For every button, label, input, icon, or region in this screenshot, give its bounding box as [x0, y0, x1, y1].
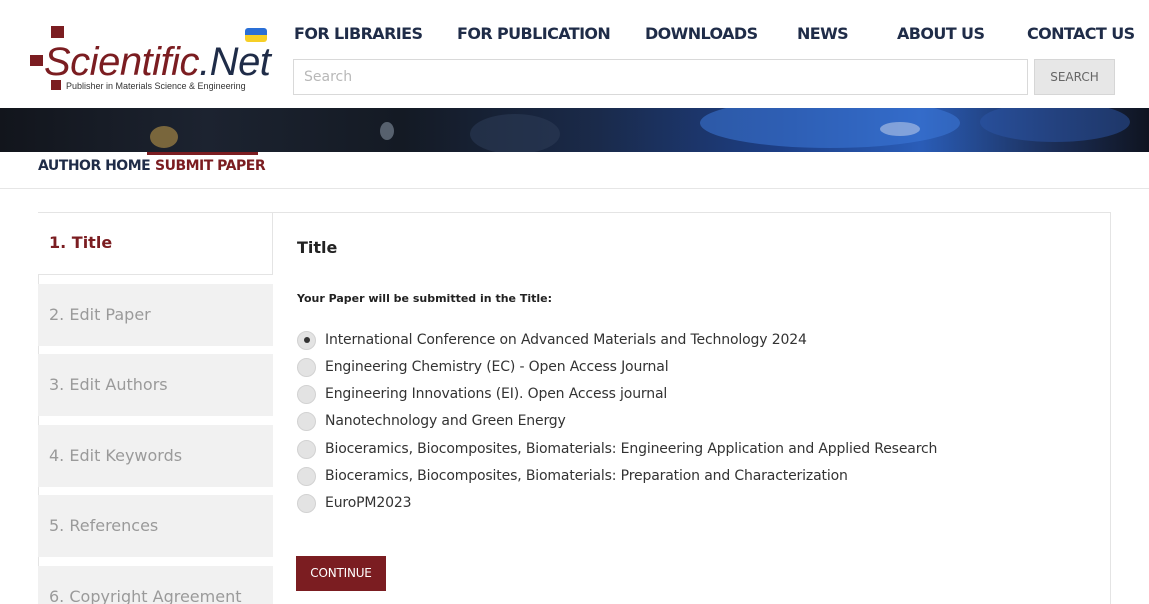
- continue-button[interactable]: CONTINUE: [296, 556, 386, 591]
- subnav-active-indicator: [147, 152, 258, 155]
- title-option[interactable]: Bioceramics, Biocomposites, Biomaterials…: [297, 465, 848, 487]
- title-option[interactable]: Engineering Innovations (EI). Open Acces…: [297, 383, 667, 405]
- title-option[interactable]: International Conference on Advanced Mat…: [297, 329, 807, 351]
- radio-button[interactable]: [297, 493, 316, 513]
- search-button[interactable]: SEARCH: [1034, 59, 1115, 95]
- title-option-label: Engineering Innovations (EI). Open Acces…: [325, 386, 668, 402]
- site-logo[interactable]: Scientific.Net Publisher in Materials Sc…: [30, 26, 275, 98]
- nav-for-libraries[interactable]: FOR LIBRARIES: [294, 24, 423, 48]
- title-option-label: Bioceramics, Biocomposites, Biomaterials…: [325, 468, 848, 484]
- subnav-submit-paper[interactable]: SUBMIT PAPER: [155, 158, 266, 174]
- title-option[interactable]: Nanotechnology and Green Energy: [297, 410, 566, 432]
- author-subnav: AUTHOR HOME SUBMIT PAPER: [0, 152, 1149, 189]
- logo-square-icon: [51, 26, 64, 38]
- logo-small-square-icon: [51, 80, 61, 90]
- step-copyright-agreement[interactable]: 6. Copyright Agreement: [38, 566, 273, 604]
- nav-news[interactable]: NEWS: [797, 24, 849, 48]
- step-edit-keywords[interactable]: 4. Edit Keywords: [38, 425, 273, 487]
- step-references[interactable]: 5. References: [38, 495, 273, 557]
- title-select-label: Your Paper will be submitted in the Titl…: [297, 292, 552, 305]
- logo-dot-icon: [30, 55, 43, 66]
- nav-downloads[interactable]: DOWNLOADS: [645, 24, 758, 48]
- title-option-label: EuroPM2023: [325, 495, 412, 511]
- radio-button[interactable]: [297, 466, 316, 486]
- logo-name-main: Scientific: [44, 40, 200, 84]
- radio-button[interactable]: [297, 439, 316, 459]
- step-title[interactable]: 1. Title: [38, 213, 273, 275]
- title-option[interactable]: Bioceramics, Biocomposites, Biomaterials…: [297, 438, 937, 460]
- radio-button[interactable]: [297, 357, 316, 377]
- nav-contact-us[interactable]: CONTACT US: [1027, 24, 1135, 48]
- logo-name-suffix: .Net: [199, 40, 271, 84]
- logo-wordmark: Scientific.Net: [44, 40, 271, 84]
- step-edit-paper[interactable]: 2. Edit Paper: [38, 284, 273, 346]
- radio-button[interactable]: [297, 384, 316, 404]
- radio-button-selected[interactable]: [297, 330, 316, 350]
- logo-subtitle: Publisher in Materials Science & Enginee…: [66, 81, 246, 91]
- title-option-label: International Conference on Advanced Mat…: [325, 332, 807, 348]
- step-edit-authors[interactable]: 3. Edit Authors: [38, 354, 273, 416]
- radio-button[interactable]: [297, 411, 316, 431]
- subnav-author-home[interactable]: AUTHOR HOME: [38, 158, 151, 174]
- search-input[interactable]: [293, 59, 1028, 95]
- title-option-label: Nanotechnology and Green Energy: [325, 413, 566, 429]
- title-option-label: Engineering Chemistry (EC) - Open Access…: [325, 359, 669, 375]
- site-header: Scientific.Net Publisher in Materials Sc…: [0, 0, 1149, 108]
- section-title: Title: [297, 238, 338, 257]
- ukraine-flag-icon: [245, 28, 267, 42]
- title-option[interactable]: Engineering Chemistry (EC) - Open Access…: [297, 356, 669, 378]
- title-option[interactable]: EuroPM2023: [297, 492, 412, 514]
- header-banner-image: [0, 108, 1149, 152]
- title-option-label: Bioceramics, Biocomposites, Biomaterials…: [325, 441, 938, 457]
- nav-about-us[interactable]: ABOUT US: [897, 24, 985, 48]
- nav-for-publication[interactable]: FOR PUBLICATION: [457, 24, 611, 48]
